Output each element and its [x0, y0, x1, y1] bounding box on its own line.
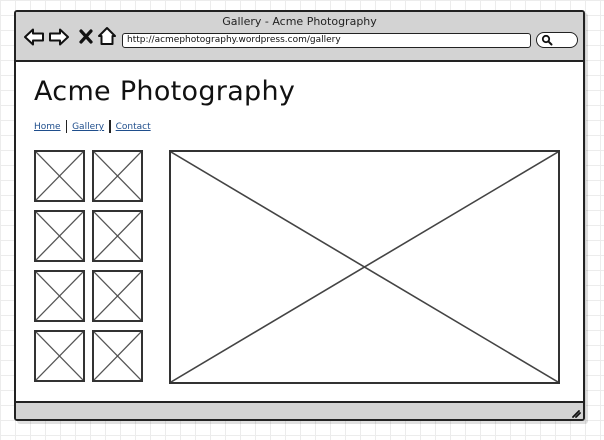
search-box[interactable] [536, 32, 578, 48]
main-image-placeholder [169, 150, 560, 384]
close-icon[interactable] [79, 29, 93, 48]
image-placeholder-icon [36, 272, 83, 320]
gallery-thumbnail[interactable] [34, 330, 85, 382]
address-bar[interactable]: http://acmephotography.wordpress.com/gal… [122, 33, 531, 48]
status-bar [16, 401, 583, 419]
nav-separator [65, 120, 68, 133]
nav-link-home[interactable]: Home [34, 122, 61, 132]
nav-link-gallery[interactable]: Gallery [72, 122, 104, 132]
gallery-thumbnail[interactable] [92, 210, 143, 262]
nav-link-contact[interactable]: Contact [116, 122, 151, 132]
image-placeholder-icon [36, 152, 83, 200]
site-title: Acme Photography [34, 76, 296, 107]
site-nav: Home Gallery Contact [34, 120, 151, 133]
back-arrow-icon[interactable] [24, 28, 44, 50]
image-placeholder-icon [171, 152, 558, 382]
gallery-thumbnail[interactable] [34, 270, 85, 322]
resize-grip-icon[interactable] [569, 406, 581, 418]
nav-separator [109, 120, 111, 133]
gallery-thumbnail[interactable] [92, 150, 143, 202]
browser-window: Gallery - Acme Photography http://acmeph… [14, 10, 585, 421]
image-placeholder-icon [36, 332, 83, 380]
image-placeholder-icon [94, 332, 141, 380]
gallery-thumbnail[interactable] [92, 330, 143, 382]
image-placeholder-icon [36, 212, 83, 260]
image-placeholder-icon [94, 212, 141, 260]
image-placeholder-icon [94, 152, 141, 200]
image-placeholder-icon [94, 272, 141, 320]
forward-arrow-icon[interactable] [49, 28, 69, 50]
home-icon[interactable] [97, 26, 117, 50]
search-icon [541, 34, 553, 46]
gallery-thumbnail[interactable] [34, 150, 85, 202]
gallery-thumbnail[interactable] [92, 270, 143, 322]
gallery-thumbnail[interactable] [34, 210, 85, 262]
browser-title-bar: Gallery - Acme Photography http://acmeph… [16, 12, 583, 62]
